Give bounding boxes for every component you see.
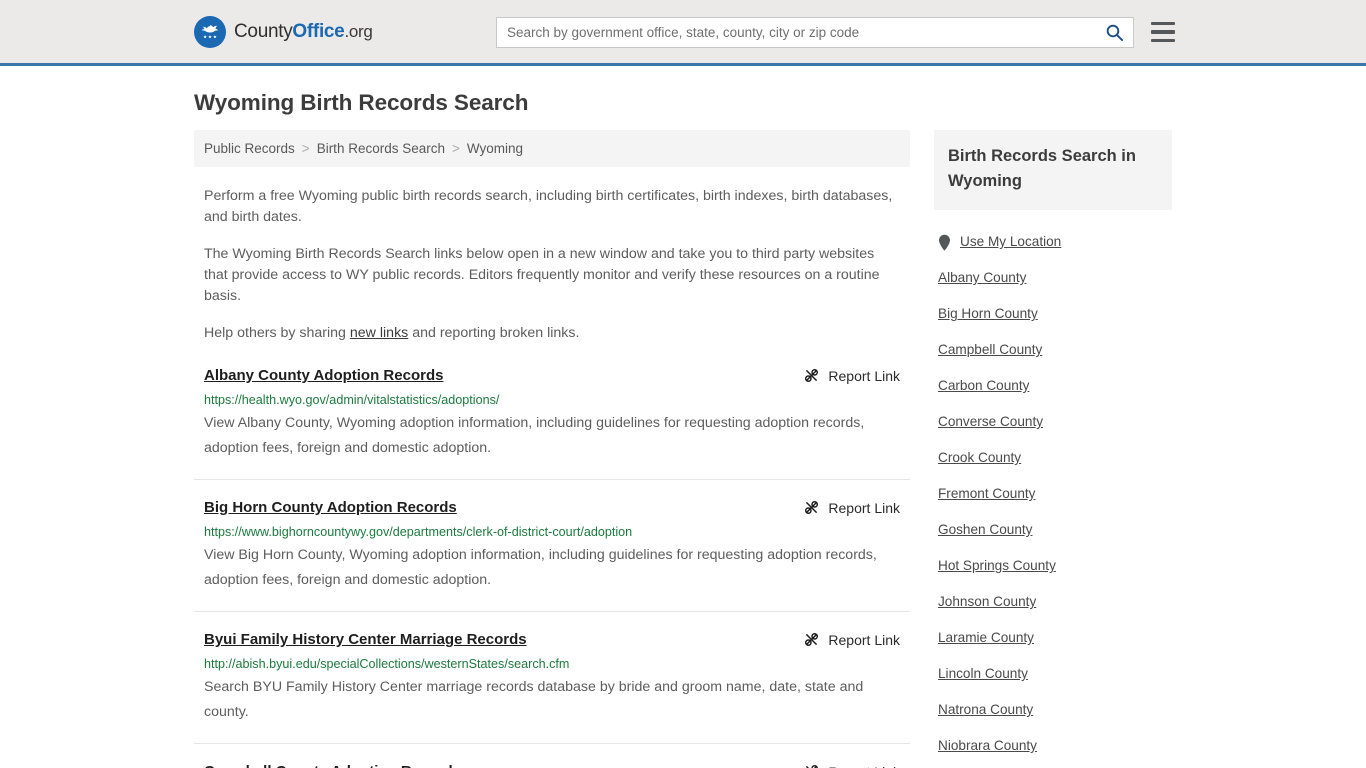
- county-link[interactable]: Carbon County: [938, 378, 1029, 393]
- sidebar-county-niobrara[interactable]: Niobrara County: [938, 728, 1168, 764]
- broken-link-icon: [805, 632, 819, 647]
- broken-link-icon: [806, 764, 819, 768]
- sidebar-county-campbell[interactable]: Campbell County: [938, 332, 1168, 368]
- report-link-button[interactable]: Report Link: [803, 762, 900, 768]
- site-logo[interactable]: CountyOffice.org: [194, 15, 373, 48]
- menu-bar-3: [1151, 38, 1175, 43]
- county-link[interactable]: Big Horn County: [938, 306, 1038, 321]
- result-title-link[interactable]: Big Horn County Adoption Records: [204, 498, 457, 518]
- report-link-label: Report Link: [828, 764, 900, 768]
- result-description: Search BYU Family History Center marriag…: [204, 679, 864, 720]
- sidebar-county-fremont[interactable]: Fremont County: [938, 476, 1168, 512]
- map-pin-icon: [939, 234, 950, 251]
- county-link[interactable]: Albany County: [938, 270, 1026, 285]
- sidebar-county-laramie[interactable]: Laramie County: [938, 620, 1168, 656]
- county-link[interactable]: Johnson County: [938, 594, 1036, 609]
- sidebar-county-lincoln[interactable]: Lincoln County: [938, 656, 1168, 692]
- sidebar-title: Birth Records Search in Wyoming: [948, 147, 1136, 190]
- eagle-seal-icon: [194, 15, 226, 48]
- new-links-link[interactable]: new links: [350, 325, 408, 341]
- county-link[interactable]: Laramie County: [938, 630, 1034, 645]
- sidebar-county-albany[interactable]: Albany County: [938, 260, 1168, 296]
- breadcrumb-item-birth-records-search[interactable]: Birth Records Search: [317, 141, 445, 156]
- report-link-button[interactable]: Report Link: [803, 366, 900, 384]
- brand-org-text: .org: [344, 21, 373, 41]
- sidebar-county-goshen[interactable]: Goshen County: [938, 512, 1168, 548]
- result-item: Big Horn County Adoption Records Report …: [194, 498, 910, 612]
- report-link-button[interactable]: Report Link: [803, 630, 900, 648]
- result-url[interactable]: https://health.wyo.gov/admin/vitalstatis…: [204, 392, 900, 408]
- report-link-label: Report Link: [828, 367, 900, 384]
- breadcrumb-item-public-records[interactable]: Public Records: [204, 141, 295, 156]
- sidebar-county-converse[interactable]: Converse County: [938, 404, 1168, 440]
- search-input[interactable]: [496, 17, 1096, 48]
- county-link[interactable]: Niobrara County: [938, 738, 1037, 753]
- county-link[interactable]: Crook County: [938, 450, 1021, 465]
- sidebar-county-carbon[interactable]: Carbon County: [938, 368, 1168, 404]
- result-description: View Albany County, Wyoming adoption inf…: [204, 415, 865, 456]
- result-title-link[interactable]: Campbell County Adoption Records: [204, 762, 461, 768]
- intro-p3-after: and reporting broken links.: [408, 325, 580, 341]
- intro-paragraph-1: Perform a free Wyoming public birth reco…: [204, 188, 893, 225]
- report-link-button[interactable]: Report Link: [803, 498, 900, 516]
- search-button[interactable]: [1096, 17, 1134, 48]
- menu-bar-1: [1151, 21, 1175, 26]
- use-my-location-link[interactable]: Use My Location: [960, 233, 1061, 251]
- menu-bar-2: [1151, 30, 1175, 34]
- sidebar-county-big-horn[interactable]: Big Horn County: [938, 296, 1168, 332]
- breadcrumb-separator: >: [301, 141, 310, 156]
- brand-office-text: Office: [292, 20, 345, 42]
- intro-p3-before: Help others by sharing: [204, 325, 350, 341]
- result-header: Big Horn County Adoption Records Report …: [204, 498, 900, 518]
- search-bar: [496, 17, 1134, 48]
- county-link[interactable]: Hot Springs County: [938, 558, 1056, 573]
- result-item: Albany County Adoption Records Report Li…: [194, 366, 910, 480]
- breadcrumb-separator: >: [452, 141, 460, 156]
- result-header: Campbell County Adoption Records Report …: [204, 762, 900, 768]
- intro-section: Perform a free Wyoming public birth reco…: [194, 186, 910, 344]
- sidebar-county-johnson[interactable]: Johnson County: [938, 584, 1168, 620]
- county-link[interactable]: Lincoln County: [938, 666, 1028, 681]
- result-item: Campbell County Adoption Records Report …: [194, 762, 910, 768]
- result-url[interactable]: https://www.bighorncountywy.gov/departme…: [204, 524, 900, 540]
- results-list: Albany County Adoption Records Report Li…: [194, 366, 910, 768]
- county-link[interactable]: Campbell County: [938, 342, 1042, 357]
- search-icon: [1106, 24, 1124, 42]
- result-header: Byui Family History Center Marriage Reco…: [204, 630, 900, 650]
- brand-county-text: County: [234, 20, 293, 42]
- intro-paragraph-3: Help others by sharing new links and rep…: [204, 323, 900, 344]
- broken-link-icon: [805, 368, 819, 383]
- sidebar-county-list: Use My Location Albany County Big Horn C…: [934, 224, 1172, 768]
- report-link-label: Report Link: [828, 631, 900, 648]
- sidebar-county-park[interactable]: Park County: [938, 764, 1168, 768]
- content-row: Public Records > Birth Records Search > …: [194, 130, 1172, 768]
- sidebar-county-natrona[interactable]: Natrona County: [938, 692, 1168, 728]
- use-my-location-item[interactable]: Use My Location: [938, 224, 1168, 260]
- hamburger-menu-icon[interactable]: [1151, 19, 1175, 45]
- intro-paragraph-2: The Wyoming Birth Records Search links b…: [204, 246, 880, 304]
- site-header: CountyOffice.org: [0, 0, 1366, 66]
- page-title: Wyoming Birth Records Search: [194, 90, 529, 115]
- main-column: Public Records > Birth Records Search > …: [194, 130, 910, 768]
- county-link[interactable]: Natrona County: [938, 702, 1033, 717]
- breadcrumb-item-wyoming: Wyoming: [466, 141, 524, 156]
- brand-wordmark: CountyOffice.org: [234, 21, 373, 43]
- sidebar: Birth Records Search in Wyoming Use My L…: [934, 130, 1172, 768]
- result-title-link[interactable]: Albany County Adoption Records: [204, 366, 443, 386]
- result-title-link[interactable]: Byui Family History Center Marriage Reco…: [204, 630, 527, 650]
- report-link-label: Report Link: [828, 499, 900, 516]
- result-description: View Big Horn County, Wyoming adoption i…: [204, 547, 877, 588]
- result-url[interactable]: http://abish.byui.edu/specialCollections…: [204, 656, 900, 672]
- page-container: Wyoming Birth Records Search Public Reco…: [0, 90, 1366, 768]
- result-item: Byui Family History Center Marriage Reco…: [194, 630, 910, 744]
- sidebar-header-box: Birth Records Search in Wyoming: [934, 130, 1172, 210]
- sidebar-county-hot-springs[interactable]: Hot Springs County: [938, 548, 1168, 584]
- sidebar-county-crook[interactable]: Crook County: [938, 440, 1168, 476]
- county-link[interactable]: Fremont County: [938, 486, 1035, 501]
- broken-link-icon: [805, 500, 819, 515]
- county-link[interactable]: Goshen County: [938, 522, 1032, 537]
- result-header: Albany County Adoption Records Report Li…: [204, 366, 900, 386]
- county-link[interactable]: Converse County: [938, 414, 1043, 429]
- breadcrumb: Public Records > Birth Records Search > …: [194, 130, 910, 167]
